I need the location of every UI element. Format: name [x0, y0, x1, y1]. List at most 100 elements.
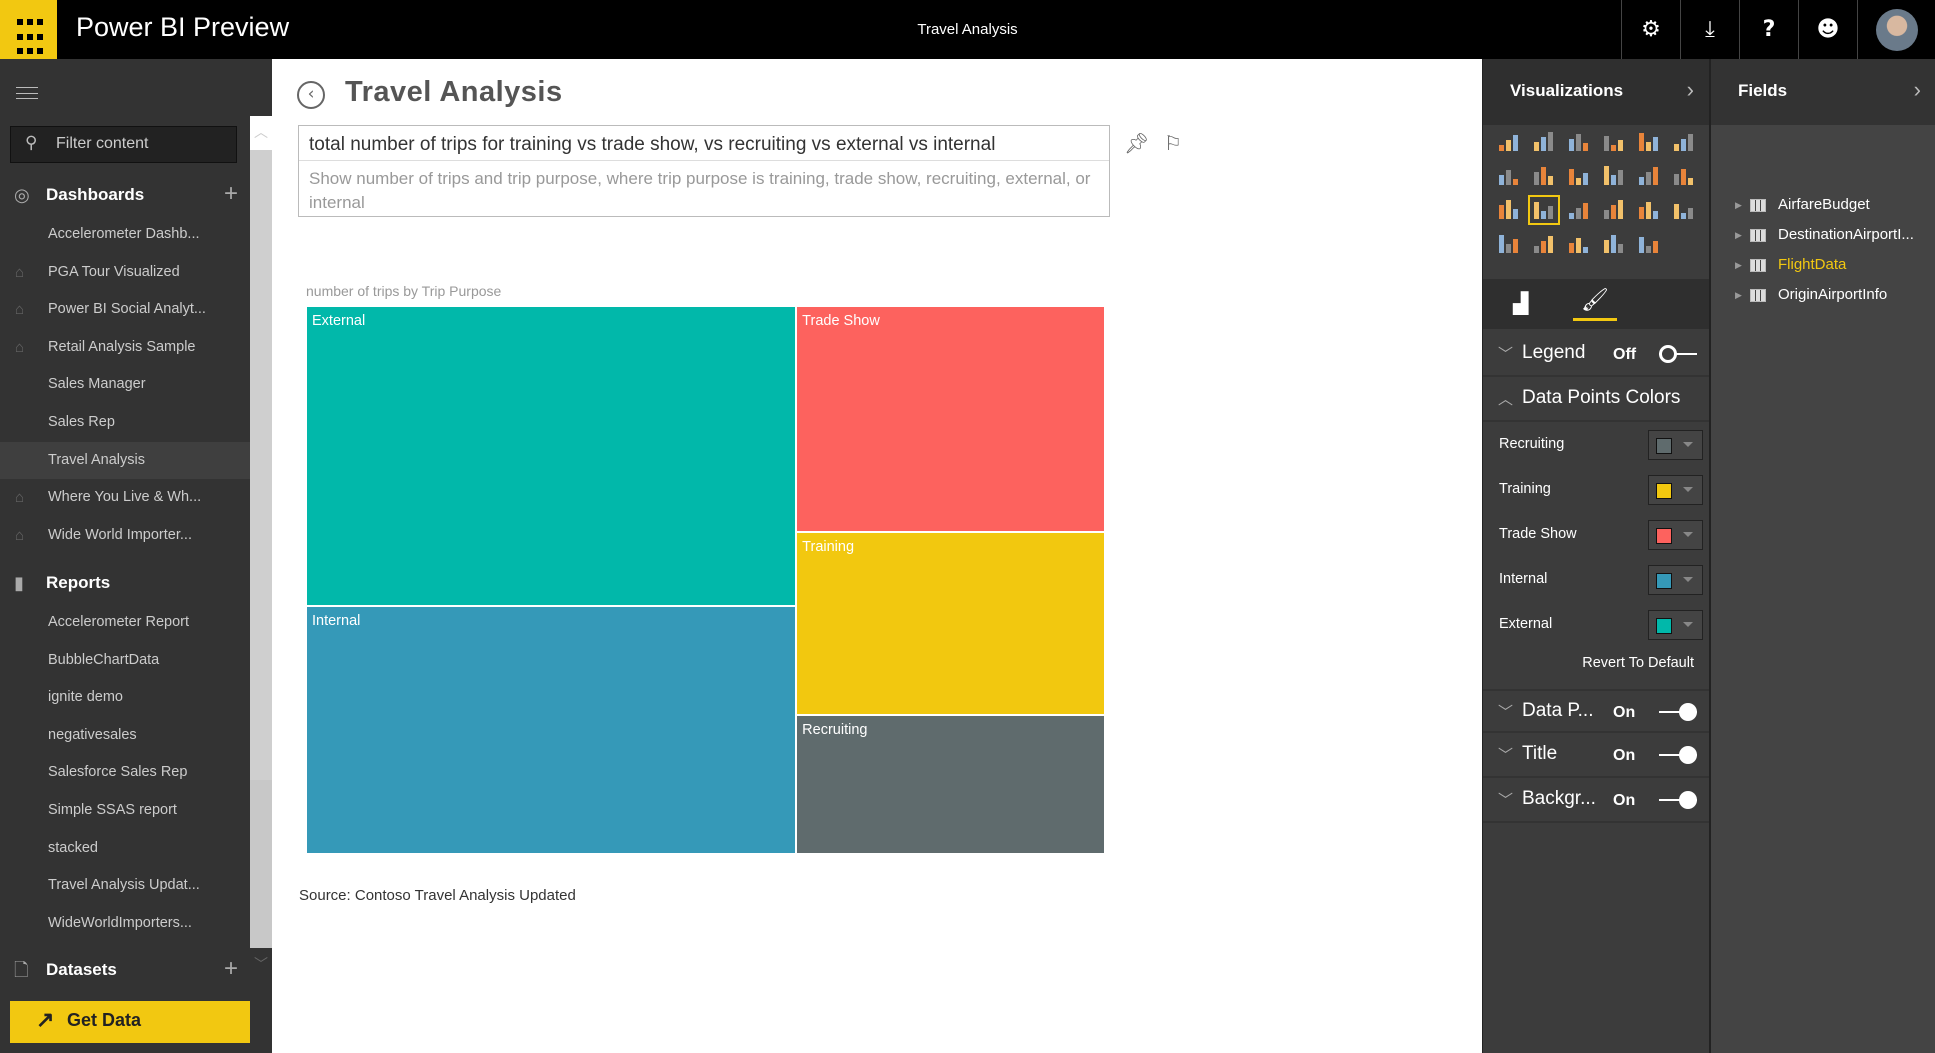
report-item[interactable]: negativesales	[0, 717, 250, 754]
report-item[interactable]: WideWorldImporters...	[0, 905, 250, 942]
dashboard-item[interactable]: Sales Rep	[0, 404, 250, 441]
dashboard-item[interactable]: Accelerometer Dashb...	[0, 216, 250, 253]
download-icon[interactable]: ⤓	[1680, 0, 1739, 59]
background-section[interactable]: ﹀ Backgr... On	[1483, 779, 1710, 823]
report-item[interactable]: stacked	[0, 830, 250, 867]
filter-content-input[interactable]: ⚲ Filter content	[10, 126, 237, 163]
color-picker[interactable]	[1648, 475, 1703, 505]
dashboard-item[interactable]: ⌂ Power BI Social Analyt...	[0, 291, 250, 328]
visual-type-icon[interactable]	[1602, 165, 1626, 187]
question-input[interactable]: total number of trips for training vs tr…	[299, 126, 1109, 161]
background-toggle[interactable]	[1659, 791, 1697, 809]
legend-section[interactable]: ﹀ Legend Off	[1483, 333, 1710, 377]
nav-scrollbar[interactable]: ︿ ﹀	[250, 116, 272, 982]
field-table[interactable]: ▶ FlightData	[1711, 250, 1935, 280]
collapse-chevron-icon[interactable]: ›	[1914, 77, 1921, 103]
format-tab-icon[interactable]: 🖌︎	[1573, 287, 1617, 321]
reports-header[interactable]: ▮ Reports	[0, 568, 250, 598]
shared-icon: ⌂	[15, 263, 25, 281]
scroll-thumb[interactable]	[250, 150, 272, 780]
revert-to-default-link[interactable]: Revert To Default	[1483, 655, 1694, 671]
visual-type-icon[interactable]	[1567, 233, 1591, 255]
visual-type-icon[interactable]	[1602, 233, 1626, 255]
avatar[interactable]	[1857, 0, 1935, 59]
visual-type-icon[interactable]	[1672, 199, 1696, 221]
report-item[interactable]: Travel Analysis Updat...	[0, 867, 250, 904]
datasets-header[interactable]: 🗋 Datasets +	[0, 955, 250, 985]
dashboard-item[interactable]: ⌂ Where You Live & Wh...	[0, 479, 250, 516]
report-item[interactable]: Accelerometer Report	[0, 604, 250, 641]
data-labels-toggle[interactable]	[1659, 703, 1697, 721]
pane-tabs: ▟ 🖌︎	[1483, 279, 1710, 329]
legend-toggle[interactable]	[1659, 345, 1697, 363]
field-table[interactable]: ▶ DestinationAirportI...	[1711, 220, 1935, 250]
dashboards-header[interactable]: ◎ Dashboards +	[0, 180, 250, 210]
visual-type-icon[interactable]	[1637, 199, 1661, 221]
report-item[interactable]: BubbleChartData	[0, 642, 250, 679]
expand-arrow-icon[interactable]: ▶	[1735, 220, 1742, 250]
color-picker[interactable]	[1648, 520, 1703, 550]
dashboard-item[interactable]: Travel Analysis	[0, 441, 250, 479]
dashboard-item[interactable]: ⌂ Retail Analysis Sample	[0, 329, 250, 366]
report-item[interactable]: ignite demo	[0, 679, 250, 716]
visual-type-icon[interactable]	[1532, 165, 1556, 187]
expand-arrow-icon[interactable]: ▶	[1735, 280, 1742, 310]
treemap-chart[interactable]: External Internal Trade Show Training Recrui…	[306, 306, 1105, 854]
field-table[interactable]: ▶ AirfareBudget	[1711, 190, 1935, 220]
visual-type-icon[interactable]	[1567, 199, 1591, 221]
treemap-tile-training[interactable]: Training	[796, 531, 1105, 715]
gauge-icon: ◎	[14, 185, 30, 205]
data-labels-section[interactable]: ﹀ Data P... On	[1483, 689, 1710, 733]
color-label: Trade Show	[1499, 526, 1577, 542]
visual-type-icon[interactable]	[1637, 131, 1661, 153]
pin-icon[interactable]: 📌︎	[1124, 131, 1149, 155]
visual-type-icon[interactable]	[1497, 165, 1521, 187]
visual-type-icon[interactable]	[1637, 233, 1661, 255]
collapse-chevron-icon[interactable]: ›	[1687, 77, 1694, 103]
dashboard-item[interactable]: ⌂ PGA Tour Visualized	[0, 254, 250, 291]
visual-type-icon[interactable]	[1497, 131, 1521, 153]
color-picker[interactable]	[1648, 430, 1703, 460]
expand-arrow-icon[interactable]: ▶	[1735, 190, 1742, 220]
visual-type-icon[interactable]	[1602, 199, 1626, 221]
visual-type-icon[interactable]	[1637, 165, 1661, 187]
treemap-tile-internal[interactable]: Internal	[306, 606, 797, 854]
hamburger-menu-icon[interactable]	[16, 87, 38, 99]
dashboard-item[interactable]: ⌂ Wide World Importer...	[0, 517, 250, 554]
visual-type-icon[interactable]	[1532, 131, 1556, 153]
visual-type-icon[interactable]	[1567, 165, 1591, 187]
get-data-button[interactable]: ↗ Get Data	[10, 1001, 258, 1043]
scroll-up-icon[interactable]: ︿	[250, 116, 272, 150]
help-icon[interactable]: ?	[1739, 0, 1798, 59]
visual-type-icon[interactable]	[1497, 199, 1521, 221]
add-dataset-button[interactable]: +	[224, 954, 238, 984]
color-picker[interactable]	[1648, 565, 1703, 595]
expand-arrow-icon[interactable]: ▶	[1735, 250, 1742, 280]
add-dashboard-button[interactable]: +	[224, 179, 238, 209]
scroll-down-icon[interactable]: ﹀	[250, 948, 272, 982]
treemap-tile-trade-show[interactable]: Trade Show	[796, 306, 1105, 532]
report-item[interactable]: Simple SSAS report	[0, 792, 250, 829]
flag-icon[interactable]: ⚐	[1164, 131, 1182, 155]
dashboard-item[interactable]: Sales Manager	[0, 366, 250, 403]
visual-type-icon[interactable]	[1567, 131, 1591, 153]
smiley-icon[interactable]: ☻	[1798, 0, 1857, 59]
visual-type-icon[interactable]	[1528, 195, 1560, 225]
visual-type-icon[interactable]	[1532, 233, 1556, 255]
report-item[interactable]: Salesforce Sales Rep	[0, 754, 250, 791]
color-picker[interactable]	[1648, 610, 1703, 640]
title-toggle[interactable]	[1659, 746, 1697, 764]
treemap-tile-external[interactable]: External	[306, 306, 797, 607]
field-table[interactable]: ▶ OriginAirportInfo	[1711, 280, 1935, 310]
fields-tab-icon[interactable]: ▟	[1513, 291, 1528, 316]
visual-type-icon[interactable]	[1602, 131, 1626, 153]
qa-box[interactable]: total number of trips for training vs tr…	[298, 125, 1110, 217]
visual-type-icon[interactable]	[1672, 165, 1696, 187]
visual-type-icon[interactable]	[1497, 233, 1521, 255]
title-section[interactable]: ﹀ Title On	[1483, 734, 1710, 778]
settings-icon[interactable]: ⚙	[1621, 0, 1680, 59]
back-button[interactable]: ‹	[297, 81, 325, 109]
data-points-colors-section[interactable]: ︿ Data Points Colors	[1483, 378, 1710, 422]
treemap-tile-recruiting[interactable]: Recruiting	[796, 714, 1105, 854]
visual-type-icon[interactable]	[1672, 131, 1696, 153]
